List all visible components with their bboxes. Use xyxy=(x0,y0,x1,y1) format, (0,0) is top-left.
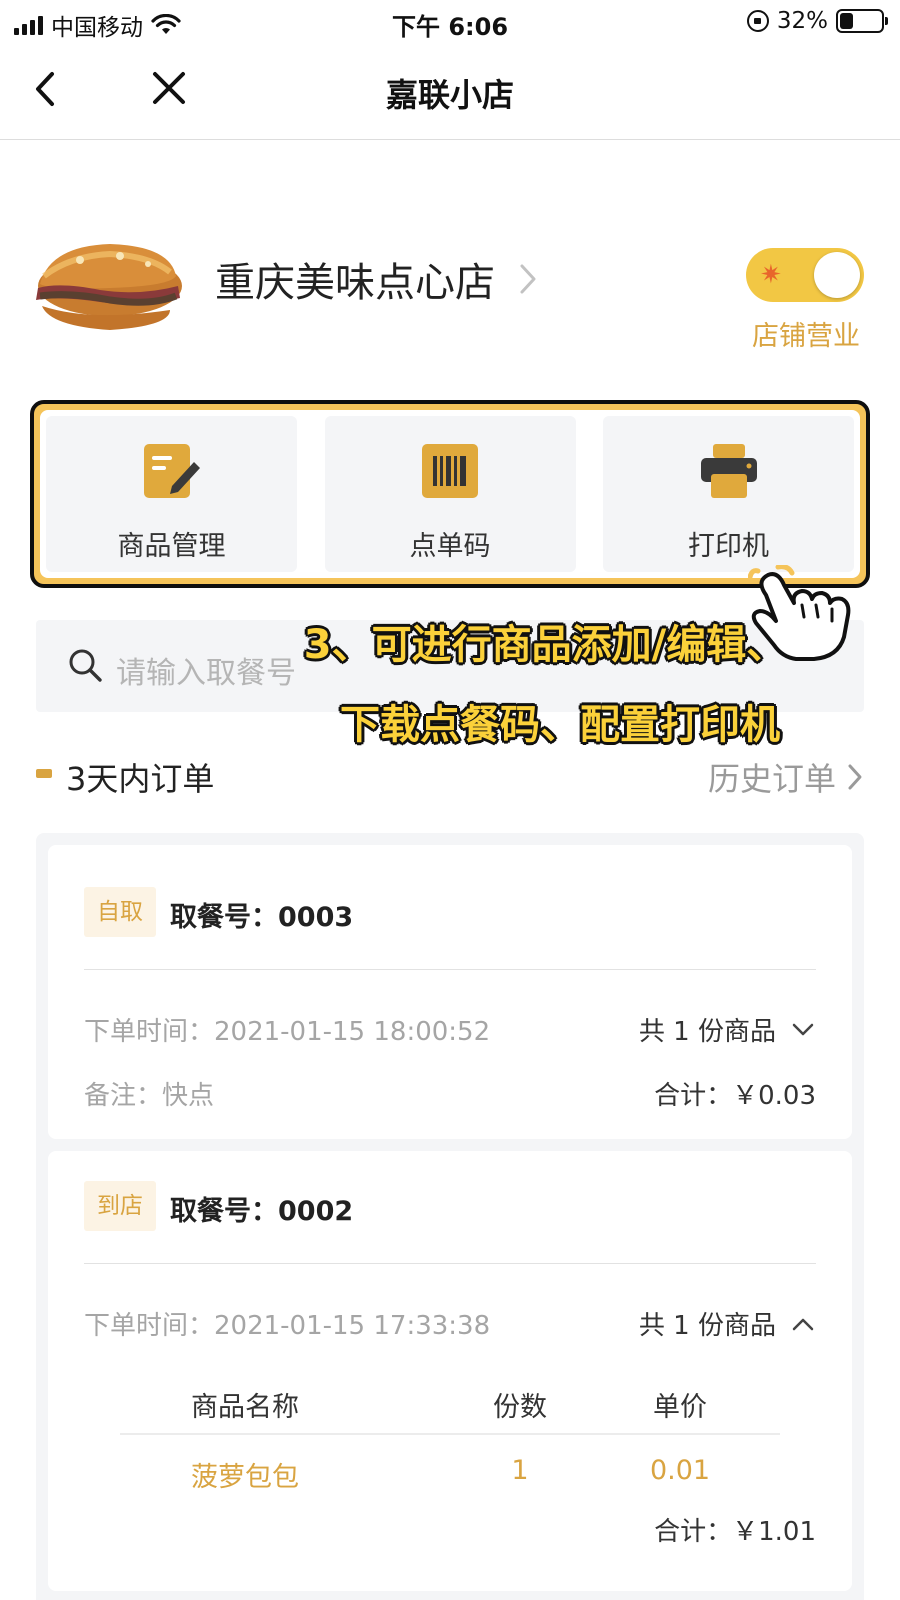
order-card[interactable]: 到店 取餐号：0002 下单时间：2021-01-15 17:33:38 共 1… xyxy=(48,1151,852,1591)
column-header-name: 商品名称 xyxy=(191,1392,299,1423)
product-management-button[interactable]: 商品管理 xyxy=(46,416,297,572)
order-time: 下单时间：2021-01-15 17:33:38 xyxy=(84,1311,491,1341)
history-orders-label: 历史订单 xyxy=(707,760,836,798)
order-total: 合计：￥1.01 xyxy=(654,1517,816,1547)
history-orders-link[interactable]: 历史订单 xyxy=(708,754,864,800)
section-title: 3天内订单 xyxy=(66,760,215,798)
printer-button[interactable]: 打印机 xyxy=(603,416,854,572)
item-count-toggle[interactable]: 共 1 份商品 xyxy=(639,1305,816,1342)
nav-bar: 嘉联小店 xyxy=(0,44,900,140)
chevron-right-icon xyxy=(520,264,536,294)
orders-list: 自取 取餐号：0003 下单时间：2021-01-15 18:00:52 共 1… xyxy=(36,833,864,1600)
battery-level xyxy=(840,13,853,29)
item-count: 共 1 份商品 xyxy=(638,1311,776,1341)
search-icon xyxy=(69,649,102,682)
column-header-qty: 份数 xyxy=(493,1392,547,1423)
pickup-number: 取餐号：0002 xyxy=(170,1196,354,1227)
order-time: 下单时间：2021-01-15 18:00:52 xyxy=(84,1017,491,1047)
battery-icon xyxy=(836,9,888,33)
chevron-right-icon xyxy=(848,764,862,790)
page-title: 嘉联小店 xyxy=(385,76,514,114)
order-card[interactable]: 自取 取餐号：0003 下单时间：2021-01-15 18:00:52 共 1… xyxy=(48,845,852,1139)
item-count: 共 1 份商品 xyxy=(638,1017,776,1047)
status-bar: 中国移动 下午 6:06 32% xyxy=(0,0,900,44)
order-code-button[interactable]: 点单码 xyxy=(324,416,576,572)
store-name: 重庆美味点心店 xyxy=(215,260,495,306)
toggle-knob xyxy=(814,252,860,298)
pickup-number: 取餐号：0003 xyxy=(170,902,354,933)
order-type-tag: 自取 xyxy=(84,887,156,937)
order-total: 合计：￥0.03 xyxy=(654,1081,816,1111)
store-status-label: 店铺营业 xyxy=(752,321,860,352)
action-label: 点单码 xyxy=(409,531,491,562)
sun-icon: ✷ xyxy=(760,260,782,290)
store-avatar xyxy=(30,226,182,344)
section-marker xyxy=(36,769,52,778)
item-price: 0.01 xyxy=(649,1455,711,1486)
annotation-line-2: 下载点餐码、配置打印机 xyxy=(340,702,780,748)
barcode-icon xyxy=(422,444,478,498)
item-qty: 1 xyxy=(511,1455,529,1486)
column-header-price: 单价 xyxy=(653,1392,707,1423)
divider xyxy=(84,1263,816,1264)
divider xyxy=(84,969,816,970)
item-name: 菠萝包包 xyxy=(191,1462,299,1493)
chevron-down-icon xyxy=(792,1023,814,1035)
order-type-tag: 到店 xyxy=(84,1181,156,1231)
action-label: 打印机 xyxy=(688,531,769,562)
divider xyxy=(120,1433,780,1435)
order-note: 备注：快点 xyxy=(84,1081,215,1111)
item-count-toggle[interactable]: 共 1 份商品 xyxy=(639,1011,816,1048)
sandwich-image xyxy=(36,244,182,330)
edit-document-icon xyxy=(143,444,200,498)
battery-percent: 32% xyxy=(776,8,828,34)
pointing-hand-icon xyxy=(748,565,851,661)
printer-icon xyxy=(700,444,757,498)
rotation-lock-icon xyxy=(746,10,769,32)
store-name-link[interactable]: 重庆美味点心店 xyxy=(215,250,539,308)
chevron-up-icon xyxy=(792,1318,814,1330)
action-panel: 商品管理 点单码 打印机 xyxy=(30,400,870,588)
orders-section-header: 3天内订单 历史订单 xyxy=(36,752,864,798)
store-open-toggle[interactable]: ✷ xyxy=(746,248,864,302)
action-label: 商品管理 xyxy=(117,531,226,562)
